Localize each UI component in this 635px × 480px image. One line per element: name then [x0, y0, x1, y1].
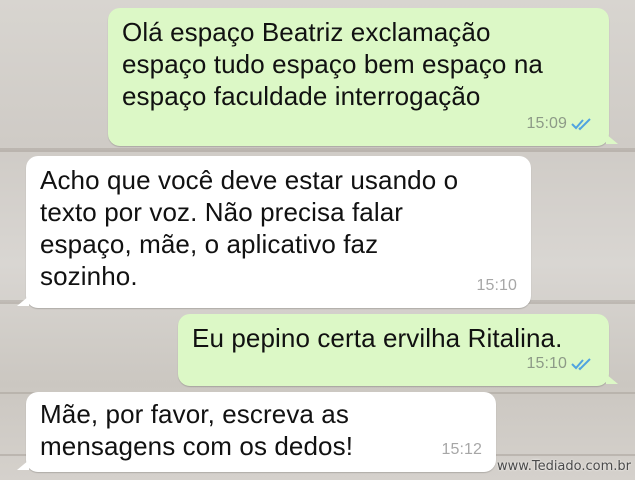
- bubble-tail: [606, 374, 618, 384]
- background-wood-line: [0, 148, 635, 150]
- message-text: Mãe, por favor, escreva as mensagens com…: [40, 399, 354, 461]
- message-text: Acho que você deve estar usando o texto …: [40, 165, 459, 291]
- message-meta: 15:09: [526, 108, 595, 140]
- double-check-icon: [571, 118, 591, 131]
- bubble-tail: [17, 460, 29, 470]
- watermark: www.Tediado.com.br: [497, 459, 631, 474]
- message-meta: 15:10: [526, 348, 595, 380]
- message-bubble-incoming[interactable]: Acho que você deve estar usando o texto …: [17, 156, 531, 308]
- message-time: 15:10: [476, 277, 517, 294]
- message-bubble-outgoing[interactable]: Eu pepino certa ervilha Ritalina. 15:10: [178, 314, 618, 386]
- message-time: 15:09: [526, 115, 567, 132]
- double-check-icon: [571, 358, 591, 371]
- bubble-tail: [17, 296, 29, 306]
- bubble-tail: [606, 134, 618, 144]
- message-bubble-outgoing[interactable]: Olá espaço Beatriz exclamação espaço tud…: [108, 8, 618, 146]
- message-meta: 15:12: [441, 434, 482, 466]
- message-text: Olá espaço Beatriz exclamação espaço tud…: [122, 17, 543, 111]
- message-meta: 15:10: [476, 270, 517, 302]
- message-time: 15:12: [441, 441, 482, 458]
- message-bubble-incoming[interactable]: Mãe, por favor, escreva as mensagens com…: [17, 392, 496, 472]
- message-time: 15:10: [526, 355, 567, 372]
